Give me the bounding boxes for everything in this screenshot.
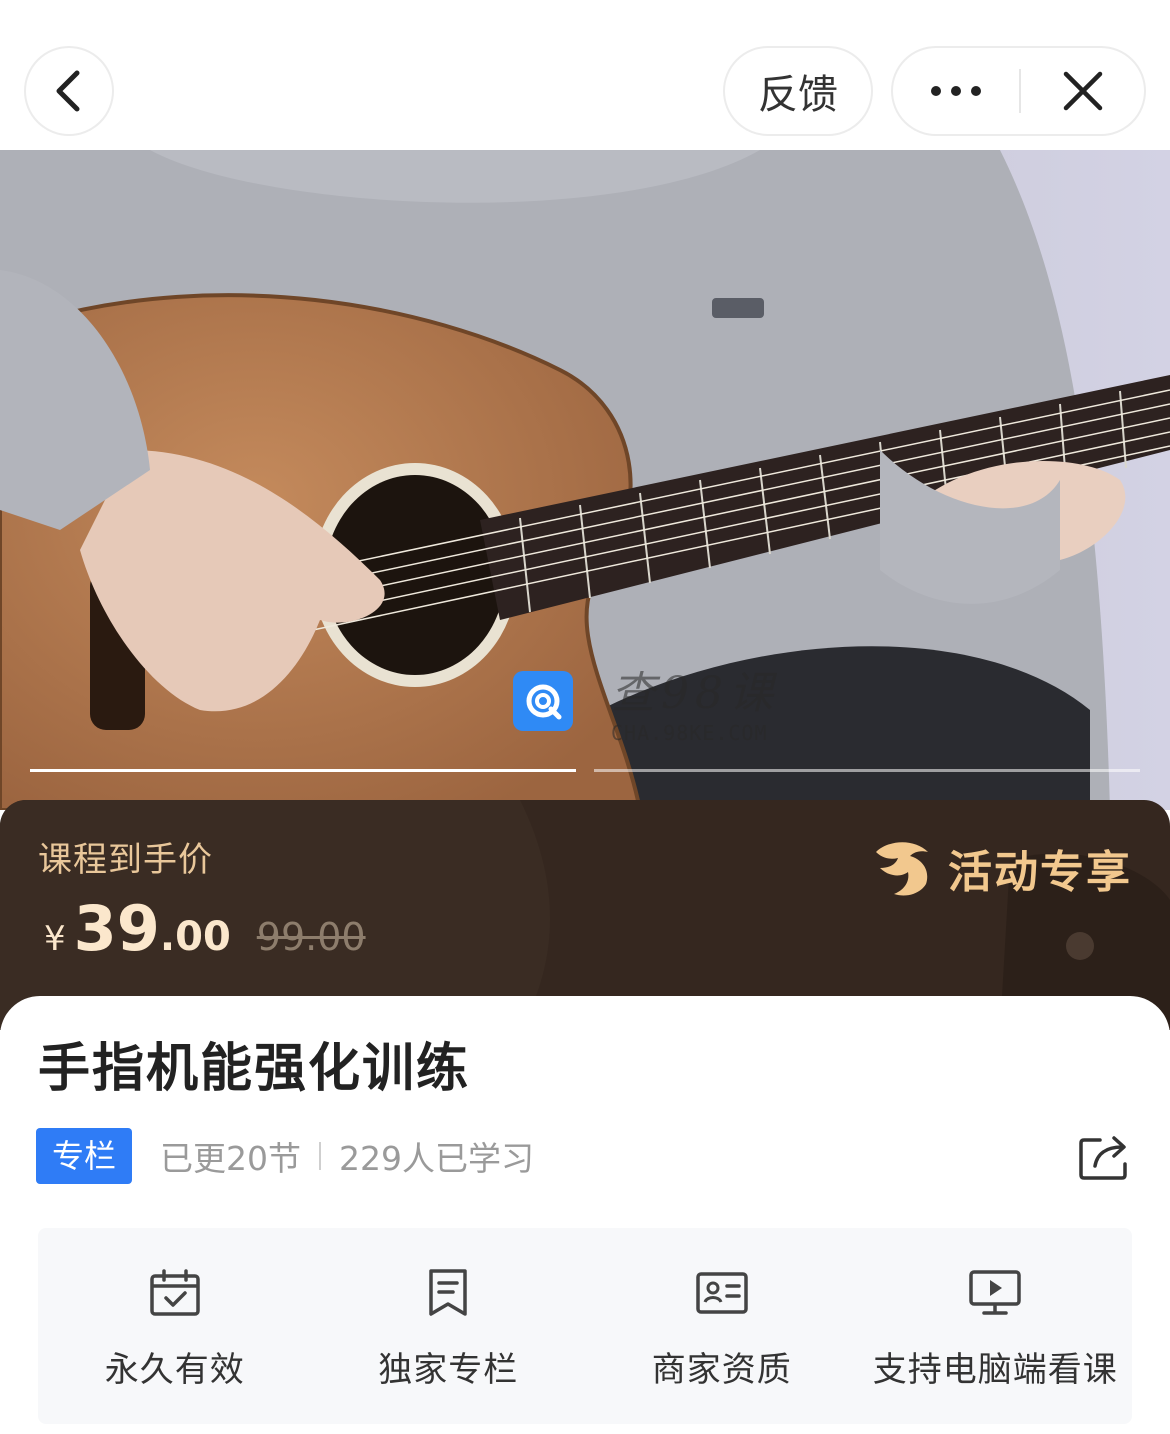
course-meta-row: 专栏 已更20节 229人已学习 <box>36 1128 534 1184</box>
feature-label: 支持电脑端看课 <box>872 1350 1118 1390</box>
watermark-logo-icon <box>513 671 573 731</box>
promo-badge: 活动专享 <box>870 836 1132 900</box>
promo-label: 活动专享 <box>948 847 1132 898</box>
price-row: ¥ 39 .00 99.00 <box>44 892 366 965</box>
back-button[interactable] <box>24 46 114 136</box>
price-label: 课程到手价 <box>38 840 213 880</box>
column-tag-badge: 专栏 <box>36 1128 133 1184</box>
feature-label: 独家专栏 <box>378 1350 519 1390</box>
feature-item-pc: 支持电脑端看课 <box>859 1228 1133 1424</box>
watermark: 查98课 CHA.98KE.COM <box>513 657 779 745</box>
calendar-check-icon <box>150 1269 200 1316</box>
meta-divider <box>319 1142 322 1170</box>
feature-list: 永久有效 独家专栏 商家资质 支持电脑端看课 <box>38 1228 1132 1424</box>
carousel-progress-active <box>30 769 576 772</box>
chevron-left-icon <box>56 70 80 112</box>
more-button[interactable] <box>893 48 1019 134</box>
price-currency: ¥ <box>44 919 66 959</box>
feature-label: 永久有效 <box>104 1350 245 1390</box>
original-price: 99.00 <box>256 915 366 959</box>
watermark-url: CHA.98KE.COM <box>611 721 768 745</box>
feature-label: 商家资质 <box>651 1350 792 1390</box>
more-dots-icon <box>931 86 981 96</box>
share-button[interactable] <box>1078 1132 1132 1180</box>
mini-program-capsule <box>891 46 1146 136</box>
course-cover-video[interactable]: 查98课 CHA.98KE.COM <box>0 150 1170 810</box>
lesson-count: 已更20节 <box>160 1139 302 1178</box>
id-card-icon <box>696 1272 748 1314</box>
bird-logo-icon <box>876 842 928 896</box>
feedback-button[interactable]: 反馈 <box>723 46 873 136</box>
top-nav-bar: 反馈 <box>0 0 1170 150</box>
close-button[interactable] <box>1021 48 1144 134</box>
learner-count: 229人已学习 <box>339 1139 535 1178</box>
carousel-progress-inactive <box>594 769 1140 772</box>
share-icon <box>1079 1136 1127 1180</box>
course-title: 手指机能强化训练 <box>38 1039 471 1099</box>
watermark-title: 查98课 <box>611 668 779 719</box>
monitor-play-icon <box>969 1270 1021 1315</box>
feature-item-permanent: 永久有效 <box>38 1228 312 1424</box>
price-amount-integer: 39 <box>73 892 160 965</box>
price-amount-decimal: .00 <box>159 914 231 960</box>
course-info-card: 手指机能强化训练 专栏 已更20节 229人已学习 永久有效 独家专栏 商家资质… <box>0 996 1170 1434</box>
feature-item-exclusive: 独家专栏 <box>312 1228 586 1424</box>
feature-item-merchant: 商家资质 <box>585 1228 859 1424</box>
bookmark-icon <box>429 1269 467 1316</box>
close-icon <box>1063 71 1102 111</box>
